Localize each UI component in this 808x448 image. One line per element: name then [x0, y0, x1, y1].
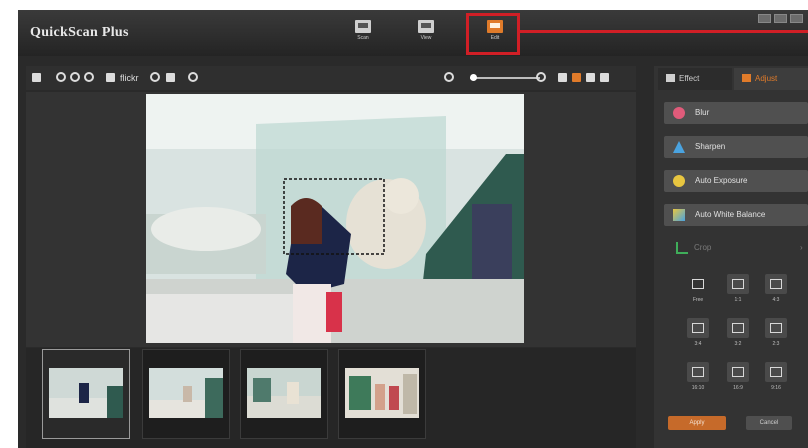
ratio-4-3-label: 4:3 [772, 297, 780, 303]
crop-label: Crop [694, 243, 712, 252]
settings-icon[interactable] [188, 72, 198, 82]
thumbnail-2[interactable] [142, 349, 230, 439]
picasa-icon[interactable] [150, 72, 160, 82]
compare-view-icon[interactable] [586, 73, 595, 82]
ratio-1-1-label: 1:1 [734, 297, 742, 303]
ratio-free[interactable]: Free [680, 274, 716, 308]
thumbnail-image [345, 368, 419, 418]
tab-effect[interactable]: Effect [658, 68, 732, 90]
zoom-slider-handle[interactable] [470, 74, 477, 81]
app-title: QuickScan Plus [30, 25, 129, 40]
ratio-16-10-label: 16:10 [691, 385, 705, 391]
scan-icon [355, 20, 371, 33]
zoom-in-icon[interactable] [536, 72, 546, 82]
title-bar: QuickScan Plus Scan View Edit [18, 10, 808, 56]
close-button[interactable] [790, 14, 803, 23]
ratio-4-3[interactable]: 4:3 [758, 274, 794, 308]
ratio-2-3-icon [765, 318, 787, 338]
ratio-1-1-icon [727, 274, 749, 294]
save-icon[interactable] [32, 73, 41, 82]
view-icon [418, 20, 434, 33]
edit-highlight-box [466, 13, 520, 55]
ratio-16-9-icon [727, 362, 749, 382]
view-mode-button[interactable]: View [411, 20, 441, 41]
thumbnail-4[interactable] [338, 349, 426, 439]
ratio-1-1[interactable]: 1:1 [720, 274, 756, 308]
thumbnail-3[interactable] [240, 349, 328, 439]
view-mode-label: View [420, 35, 432, 41]
free-crop-icon [687, 274, 709, 294]
ratio-3-2[interactable]: 3:2 [720, 318, 756, 352]
auto-white-balance-label: Auto White Balance [695, 210, 766, 219]
tab-adjust-label: Adjust [755, 74, 778, 83]
twitter-icon[interactable] [166, 73, 175, 82]
auto-exposure-label: Auto Exposure [695, 176, 748, 185]
blur-icon [673, 107, 685, 119]
rotate-left-icon[interactable] [56, 72, 66, 82]
grid-view-icon[interactable] [558, 73, 567, 82]
maximize-button[interactable] [774, 14, 787, 23]
scan-mode-label: Scan [357, 35, 369, 41]
image-toolbar: flickr [26, 66, 636, 90]
thumbnail-image [247, 368, 321, 418]
undo-icon[interactable] [70, 72, 80, 82]
sharpen-label: Sharpen [695, 142, 726, 151]
adjust-icon [742, 74, 751, 82]
zoom-out-icon[interactable] [444, 72, 454, 82]
redo-icon[interactable] [84, 72, 94, 82]
ratio-16-9[interactable]: 16:9 [720, 362, 756, 396]
zoom-slider[interactable] [470, 77, 540, 79]
minimize-button[interactable] [758, 14, 771, 23]
blur-label: Blur [695, 108, 710, 117]
blur-button[interactable]: Blur [664, 102, 808, 124]
facebook-icon[interactable] [106, 73, 115, 82]
crop-icon [676, 242, 688, 254]
thumbnail-image [49, 368, 123, 418]
split-view-icon[interactable] [600, 73, 609, 82]
auto-exposure-icon [673, 175, 685, 187]
sharpen-icon [673, 141, 685, 153]
ratio-9-16-label: 9:16 [771, 385, 781, 391]
tab-adjust[interactable]: Adjust [734, 68, 808, 90]
auto-exposure-button[interactable]: Auto Exposure [664, 170, 808, 192]
ratio-3-2-label: 3:2 [734, 341, 742, 347]
sharpen-button[interactable]: Sharpen [664, 136, 808, 158]
tab-effect-label: Effect [679, 74, 700, 83]
effect-icon [666, 74, 675, 82]
ratio-16-10-icon [687, 362, 709, 382]
ratio-4-3-icon [765, 274, 787, 294]
auto-white-balance-button[interactable]: Auto White Balance [664, 204, 808, 226]
thumbnail-1[interactable] [42, 349, 130, 439]
apply-button[interactable]: Apply [668, 416, 726, 430]
ratio-3-4-icon [687, 318, 709, 338]
ratio-2-3[interactable]: 2:3 [758, 318, 794, 352]
cancel-button[interactable]: Cancel [746, 416, 792, 430]
single-view-icon[interactable] [572, 73, 581, 82]
ratio-9-16-icon [765, 362, 787, 382]
ratio-3-4[interactable]: 3:4 [680, 318, 716, 352]
museum-photo [146, 94, 524, 343]
auto-white-balance-icon [673, 209, 685, 221]
ratio-free-label: Free [692, 297, 704, 303]
ratio-16-10[interactable]: 16:10 [680, 362, 716, 396]
callout-line [520, 30, 808, 33]
ratio-2-3-label: 2:3 [772, 341, 780, 347]
chevron-right-icon: › [800, 243, 803, 252]
flickr-button[interactable]: flickr [120, 72, 139, 84]
scan-mode-button[interactable]: Scan [348, 20, 378, 41]
preview-photo [146, 94, 524, 343]
ratio-16-9-label: 16:9 [733, 385, 743, 391]
thumbnail-image [149, 368, 223, 418]
ratio-3-4-label: 3:4 [694, 341, 702, 347]
ratio-3-2-icon [727, 318, 749, 338]
ratio-9-16[interactable]: 9:16 [758, 362, 794, 396]
crop-section[interactable]: Crop › [664, 238, 808, 258]
